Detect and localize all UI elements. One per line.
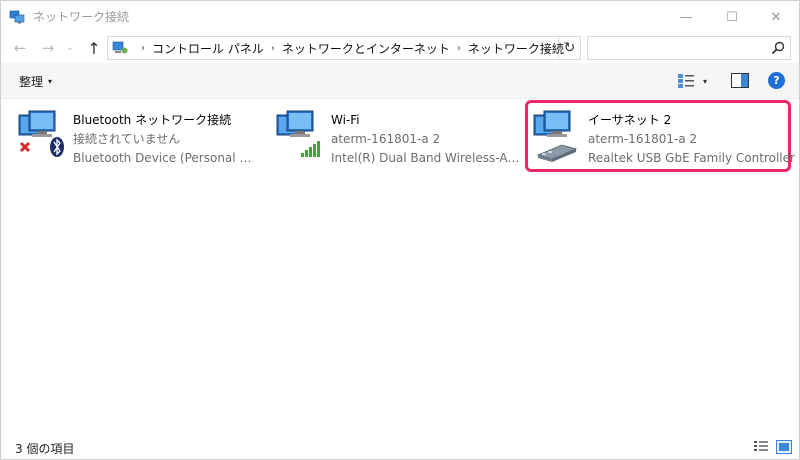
search-icon[interactable] (770, 40, 786, 56)
chevron-down-icon: ▾ (48, 77, 53, 86)
close-button[interactable]: ✕ (753, 1, 799, 33)
connection-device: Bluetooth Device (Personal Area ... (73, 151, 259, 165)
back-button[interactable]: ← (9, 37, 31, 59)
connection-status: aterm-161801-a 2 (331, 132, 441, 146)
control-panel-icon (112, 41, 128, 54)
connection-texts: Bluetooth ネットワーク接続 接続されていません Bluetooth D… (73, 105, 259, 171)
connection-item-wifi[interactable]: Wi-Fi aterm-161801-a 2 Intel(R) Dual Ban… (275, 105, 525, 171)
connection-item-bluetooth[interactable]: Bluetooth ネットワーク接続 接続されていません Bluetooth D… (17, 105, 267, 171)
forward-button[interactable]: → (37, 37, 59, 59)
chevron-down-icon: ▾ (703, 76, 708, 86)
breadcrumb: › コントロール パネル › ネットワークとインターネット › ネットワーク接続 (108, 37, 564, 59)
command-bar: 整理 ▾ ▾ ? (1, 63, 799, 99)
maximize-button[interactable]: ☐ (709, 1, 755, 33)
breadcrumb-control-panel[interactable]: コントロール パネル (152, 40, 264, 57)
connection-status: aterm-161801-a 2 (588, 132, 698, 146)
preview-pane-icon[interactable] (731, 73, 749, 88)
window-title: ネットワーク接続 (33, 10, 130, 24)
ethernet-adapter-icon (532, 109, 582, 163)
connection-name: Bluetooth ネットワーク接続 (73, 113, 232, 127)
organize-label: 整理 (19, 75, 44, 89)
organize-menu-button[interactable]: 整理 ▾ (19, 73, 52, 90)
connection-device: Intel(R) Dual Band Wireless-AC 82... (331, 151, 523, 165)
large-icons-view-icon[interactable] (776, 440, 792, 454)
network-folder-icon (9, 10, 25, 24)
refresh-button[interactable]: ↻ (559, 36, 581, 60)
connections-list: Bluetooth ネットワーク接続 接続されていません Bluetooth D… (1, 99, 799, 433)
breadcrumb-network-internet[interactable]: ネットワークとインターネット (282, 40, 450, 57)
title-bar: ネットワーク接続 — ☐ ✕ (1, 1, 799, 33)
connection-device: Realtek USB GbE Family Controller (588, 151, 795, 165)
change-view-button[interactable]: ▾ (677, 71, 717, 91)
help-button[interactable]: ? (768, 72, 785, 89)
recent-locations-button[interactable]: ⌄ (63, 37, 77, 59)
address-bar[interactable]: › コントロール パネル › ネットワークとインターネット › ネットワーク接続… (107, 36, 564, 60)
status-bar: 3 個の項目 (1, 433, 799, 459)
breadcrumb-separator: › (141, 42, 145, 54)
view-options-icon (678, 74, 694, 88)
item-count: 3 個の項目 (15, 442, 75, 456)
wifi-adapter-icon (275, 109, 325, 163)
connection-texts: イーサネット 2 aterm-161801-a 2 Realtek USB Gb… (588, 103, 795, 169)
breadcrumb-separator[interactable]: › (271, 43, 275, 54)
breadcrumb-separator[interactable]: › (457, 43, 461, 54)
network-connections-window: ネットワーク接続 — ☐ ✕ ← → ⌄ ↑ › コントロール パネル › ネッ… (0, 0, 800, 460)
navigation-bar: ← → ⌄ ↑ › コントロール パネル › ネットワークとインターネット › … (1, 33, 799, 63)
address-history-dropdown[interactable]: ⌄ (538, 39, 556, 57)
connection-name: イーサネット 2 (588, 113, 672, 127)
up-button[interactable]: ↑ (83, 37, 105, 59)
minimize-button[interactable]: — (663, 1, 709, 33)
connection-status: 接続されていません (73, 132, 181, 146)
connection-item-ethernet-2[interactable]: イーサネット 2 aterm-161801-a 2 Realtek USB Gb… (525, 100, 795, 172)
details-view-icon[interactable] (753, 440, 769, 454)
search-input[interactable] (588, 37, 758, 59)
connection-texts: Wi-Fi aterm-161801-a 2 Intel(R) Dual Ban… (331, 105, 523, 171)
bluetooth-adapter-icon (17, 109, 67, 163)
search-box[interactable] (587, 36, 791, 60)
connection-name: Wi-Fi (331, 113, 360, 127)
